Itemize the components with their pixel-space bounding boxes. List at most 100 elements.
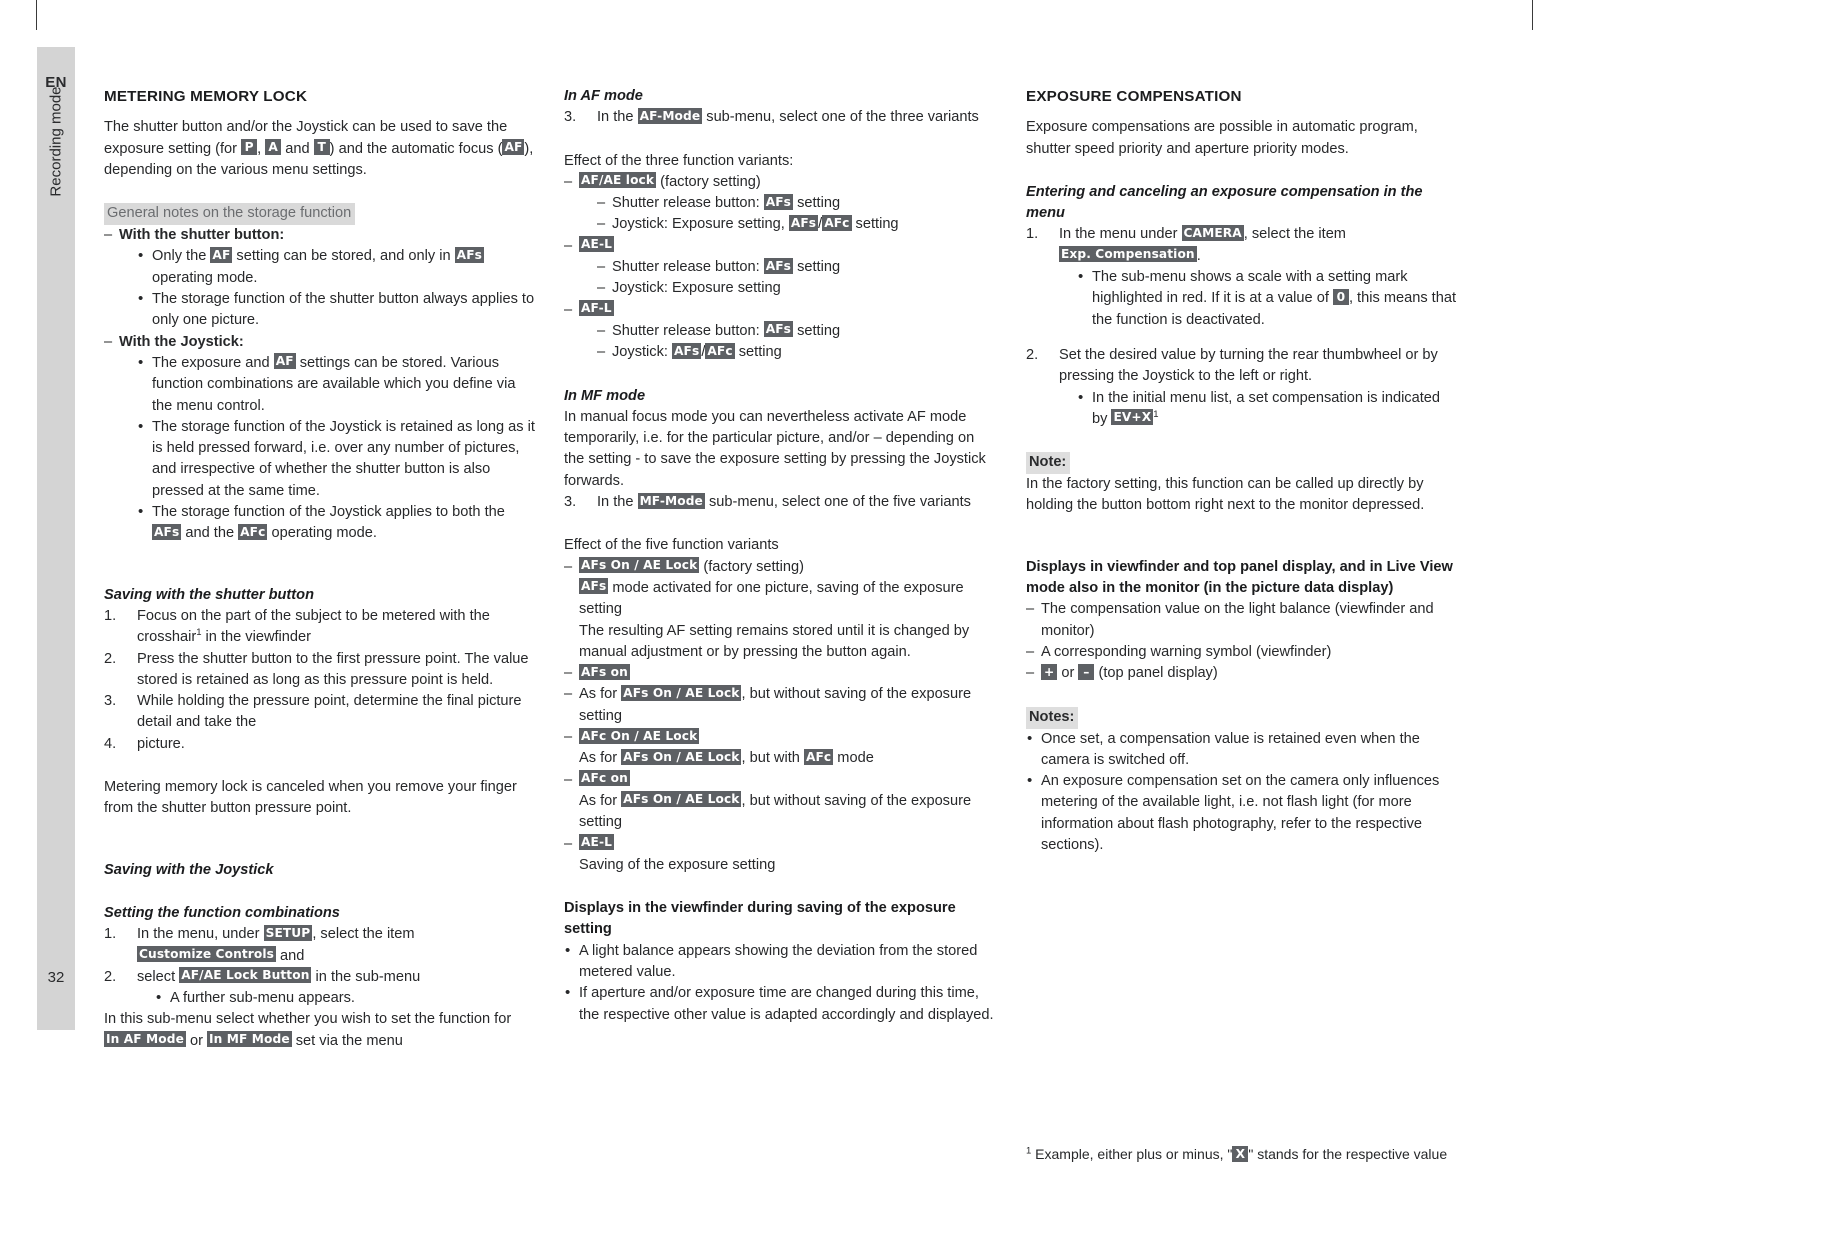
note-label: Note: — [1026, 452, 1071, 475]
text-fragment: Shutter release button: — [612, 259, 764, 276]
bullet-marker: • — [138, 503, 144, 521]
text-fragment: setting — [793, 195, 841, 212]
tag-t: T — [313, 139, 330, 156]
text-fragment: Example, either plus or minus, " — [1031, 1146, 1233, 1162]
exposure-steps-2: 2. Set the desired value by turning the … — [1026, 345, 1458, 430]
text-fragment: If aperture and/or exposure time are cha… — [579, 985, 994, 1023]
text-fragment: The exposure and — [152, 354, 274, 371]
tag-afc-on: AFc on — [579, 770, 630, 787]
list-item: • Only the AF setting can be stored, and… — [137, 246, 536, 289]
list-item: 3. In the MF-Mode sub-menu, select one o… — [564, 492, 996, 513]
list-item: – AFc On / AE Lock As for AFs On / AE Lo… — [564, 727, 996, 770]
effect-five-variants-label: Effect of the five function variants — [564, 537, 779, 554]
variant-detail: The resulting AF setting remains stored … — [579, 622, 970, 660]
tag-afs: AFs — [788, 214, 819, 231]
tag-afs-on-ae-lock: AFs On / AE Lock — [621, 791, 742, 808]
dash-marker: – — [564, 237, 573, 254]
text-fragment: sub-menu, select one of the three varian… — [702, 109, 979, 126]
tag-mf-mode: MF-Mode — [637, 492, 705, 509]
step-number: 3. — [564, 109, 577, 126]
column-right: EXPOSURE COMPENSATION Exposure compensat… — [1026, 86, 1458, 856]
text-fragment: and the — [181, 525, 239, 542]
dash-marker: – — [564, 558, 573, 575]
dash-marker: – — [564, 729, 573, 746]
text-fragment: A light balance appears showing the devi… — [579, 942, 978, 980]
shutter-button-item-label: With the shutter button: — [119, 227, 285, 244]
tag-afs: AFs — [672, 342, 702, 359]
tag-afc: AFc — [822, 214, 852, 231]
list-item: • If aperture and/or exposure time are c… — [564, 983, 996, 1026]
list-item: – AF/AE lock (factory setting) – Shutter… — [564, 172, 996, 236]
bullet-marker: • — [1027, 729, 1033, 747]
tag-in-mf-mode: In MF Mode — [207, 1031, 292, 1048]
step-number: 1. — [1026, 226, 1039, 243]
subheading-saving-with-joystick: Saving with the Joystick — [104, 861, 274, 878]
list-item: – Joystick: AFs / AFc setting — [597, 342, 996, 363]
list-item: • An exposure compensation set on the ca… — [1026, 771, 1458, 856]
notes-block: Notes: • Once set, a compensation value … — [1026, 706, 1458, 857]
tag-ev-plus-x: EV+X — [1111, 409, 1154, 426]
column-middle: In AF mode 3. In the AF-Mode sub-menu, s… — [564, 86, 996, 1026]
dash-marker: – — [1026, 643, 1035, 660]
bullet-marker: • — [138, 417, 144, 435]
text-fragment: setting — [734, 344, 782, 361]
tag-afs: AFs — [454, 246, 484, 263]
intro-paragraph: The shutter button and/or the Joystick c… — [104, 117, 536, 181]
text-fragment: Set the desired value by turning the rea… — [1059, 346, 1438, 385]
tag-afc-on-ae-lock: AFc On / AE Lock — [579, 727, 700, 744]
text-fragment: The storage function of the Joystick app… — [152, 504, 505, 521]
list-item: – AE-L Saving of the exposure setting — [564, 834, 996, 877]
tag-afs-on-ae-lock: AFs On / AE Lock — [579, 557, 700, 574]
list-item: 1. Focus on the part of the subject to b… — [104, 606, 536, 649]
variant2-sublist: – Shutter release button: AFs setting – … — [579, 257, 996, 300]
tag-af: AF — [210, 246, 233, 263]
step-number: 2. — [104, 968, 117, 985]
list-item: 3. In the AF-Mode sub-menu, select one o… — [564, 107, 996, 128]
function-combination-note: • A further sub-menu appears. — [137, 988, 536, 1009]
tag-ae-l: AE-L — [579, 834, 614, 850]
tag-minus: – — [1078, 663, 1095, 680]
step-number: 3. — [564, 494, 577, 511]
dash-marker: – — [597, 259, 606, 276]
text-fragment: In this sub-menu select whether you wish… — [104, 1011, 512, 1028]
mf-mode-paragraph: In manual focus mode you can nevertheles… — [564, 408, 986, 489]
dash-marker: – — [564, 665, 573, 682]
text-fragment: The storage function of the shutter butt… — [152, 291, 535, 329]
bullet-marker: • — [1078, 268, 1084, 286]
subheading-displays-viewfinder-saving: Displays in the viewfinder during saving… — [564, 900, 956, 938]
subheading-general-notes: General notes on the storage function — [104, 203, 356, 226]
list-item: – Shutter release button: AFs setting — [597, 193, 996, 214]
tag-afs-on-ae-lock: AFs On / AE Lock — [621, 684, 742, 701]
tag-af-ae-lock-button: AF/AE Lock Button — [179, 967, 312, 984]
text-fragment: As for — [579, 686, 622, 703]
list-item: 2. select AF/AE Lock Button in the sub-m… — [104, 967, 536, 1010]
shutter-button-sublist: • Only the AF setting can be stored, and… — [119, 246, 536, 331]
tag-afs: AFs — [763, 193, 794, 210]
list-item: • A light balance appears showing the de… — [564, 941, 996, 984]
section-heading-exposure-compensation: EXPOSURE COMPENSATION — [1026, 88, 1242, 105]
list-item: 3. While holding the pressure point, det… — [104, 691, 536, 734]
subheading-in-af-mode: In AF mode — [564, 88, 643, 104]
list-item: • The storage function of the shutter bu… — [137, 289, 536, 332]
text-fragment: set via the menu — [291, 1032, 403, 1049]
joystick-item-label: With the Joystick: — [119, 333, 244, 350]
function-combination-steps: 1. In the menu, under SETUP, select the … — [104, 924, 536, 1009]
text-fragment: In the menu under — [1059, 226, 1182, 243]
text-fragment: or — [1057, 665, 1079, 682]
text-fragment: Joystick: Exposure setting, — [612, 216, 789, 233]
list-item: • The sub-menu shows a scale with a sett… — [1077, 267, 1458, 331]
text-fragment: , but with — [741, 750, 804, 767]
dash-marker: – — [1026, 665, 1035, 682]
af-mode-steps: 3. In the AF-Mode sub-menu, select one o… — [564, 107, 996, 128]
tag-afc: AFc — [238, 523, 268, 540]
exposure-intro-paragraph: Exposure compensations are possible in a… — [1026, 119, 1418, 157]
crop-mark-top-right — [1532, 0, 1533, 30]
text-fragment: A corresponding warning symbol (viewfind… — [1041, 643, 1332, 660]
text-fragment: Joystick: — [612, 344, 673, 361]
step2-note-list: • In the initial menu list, a set compen… — [1059, 388, 1458, 431]
tag-afs: AFs — [579, 578, 609, 595]
variant-detail: As for AFs On / AE Lock, but with AFc mo… — [579, 748, 996, 769]
step-number: 2. — [1026, 346, 1039, 363]
step1-note-list: • The sub-menu shows a scale with a sett… — [1059, 267, 1458, 331]
dash-marker: – — [564, 835, 573, 852]
